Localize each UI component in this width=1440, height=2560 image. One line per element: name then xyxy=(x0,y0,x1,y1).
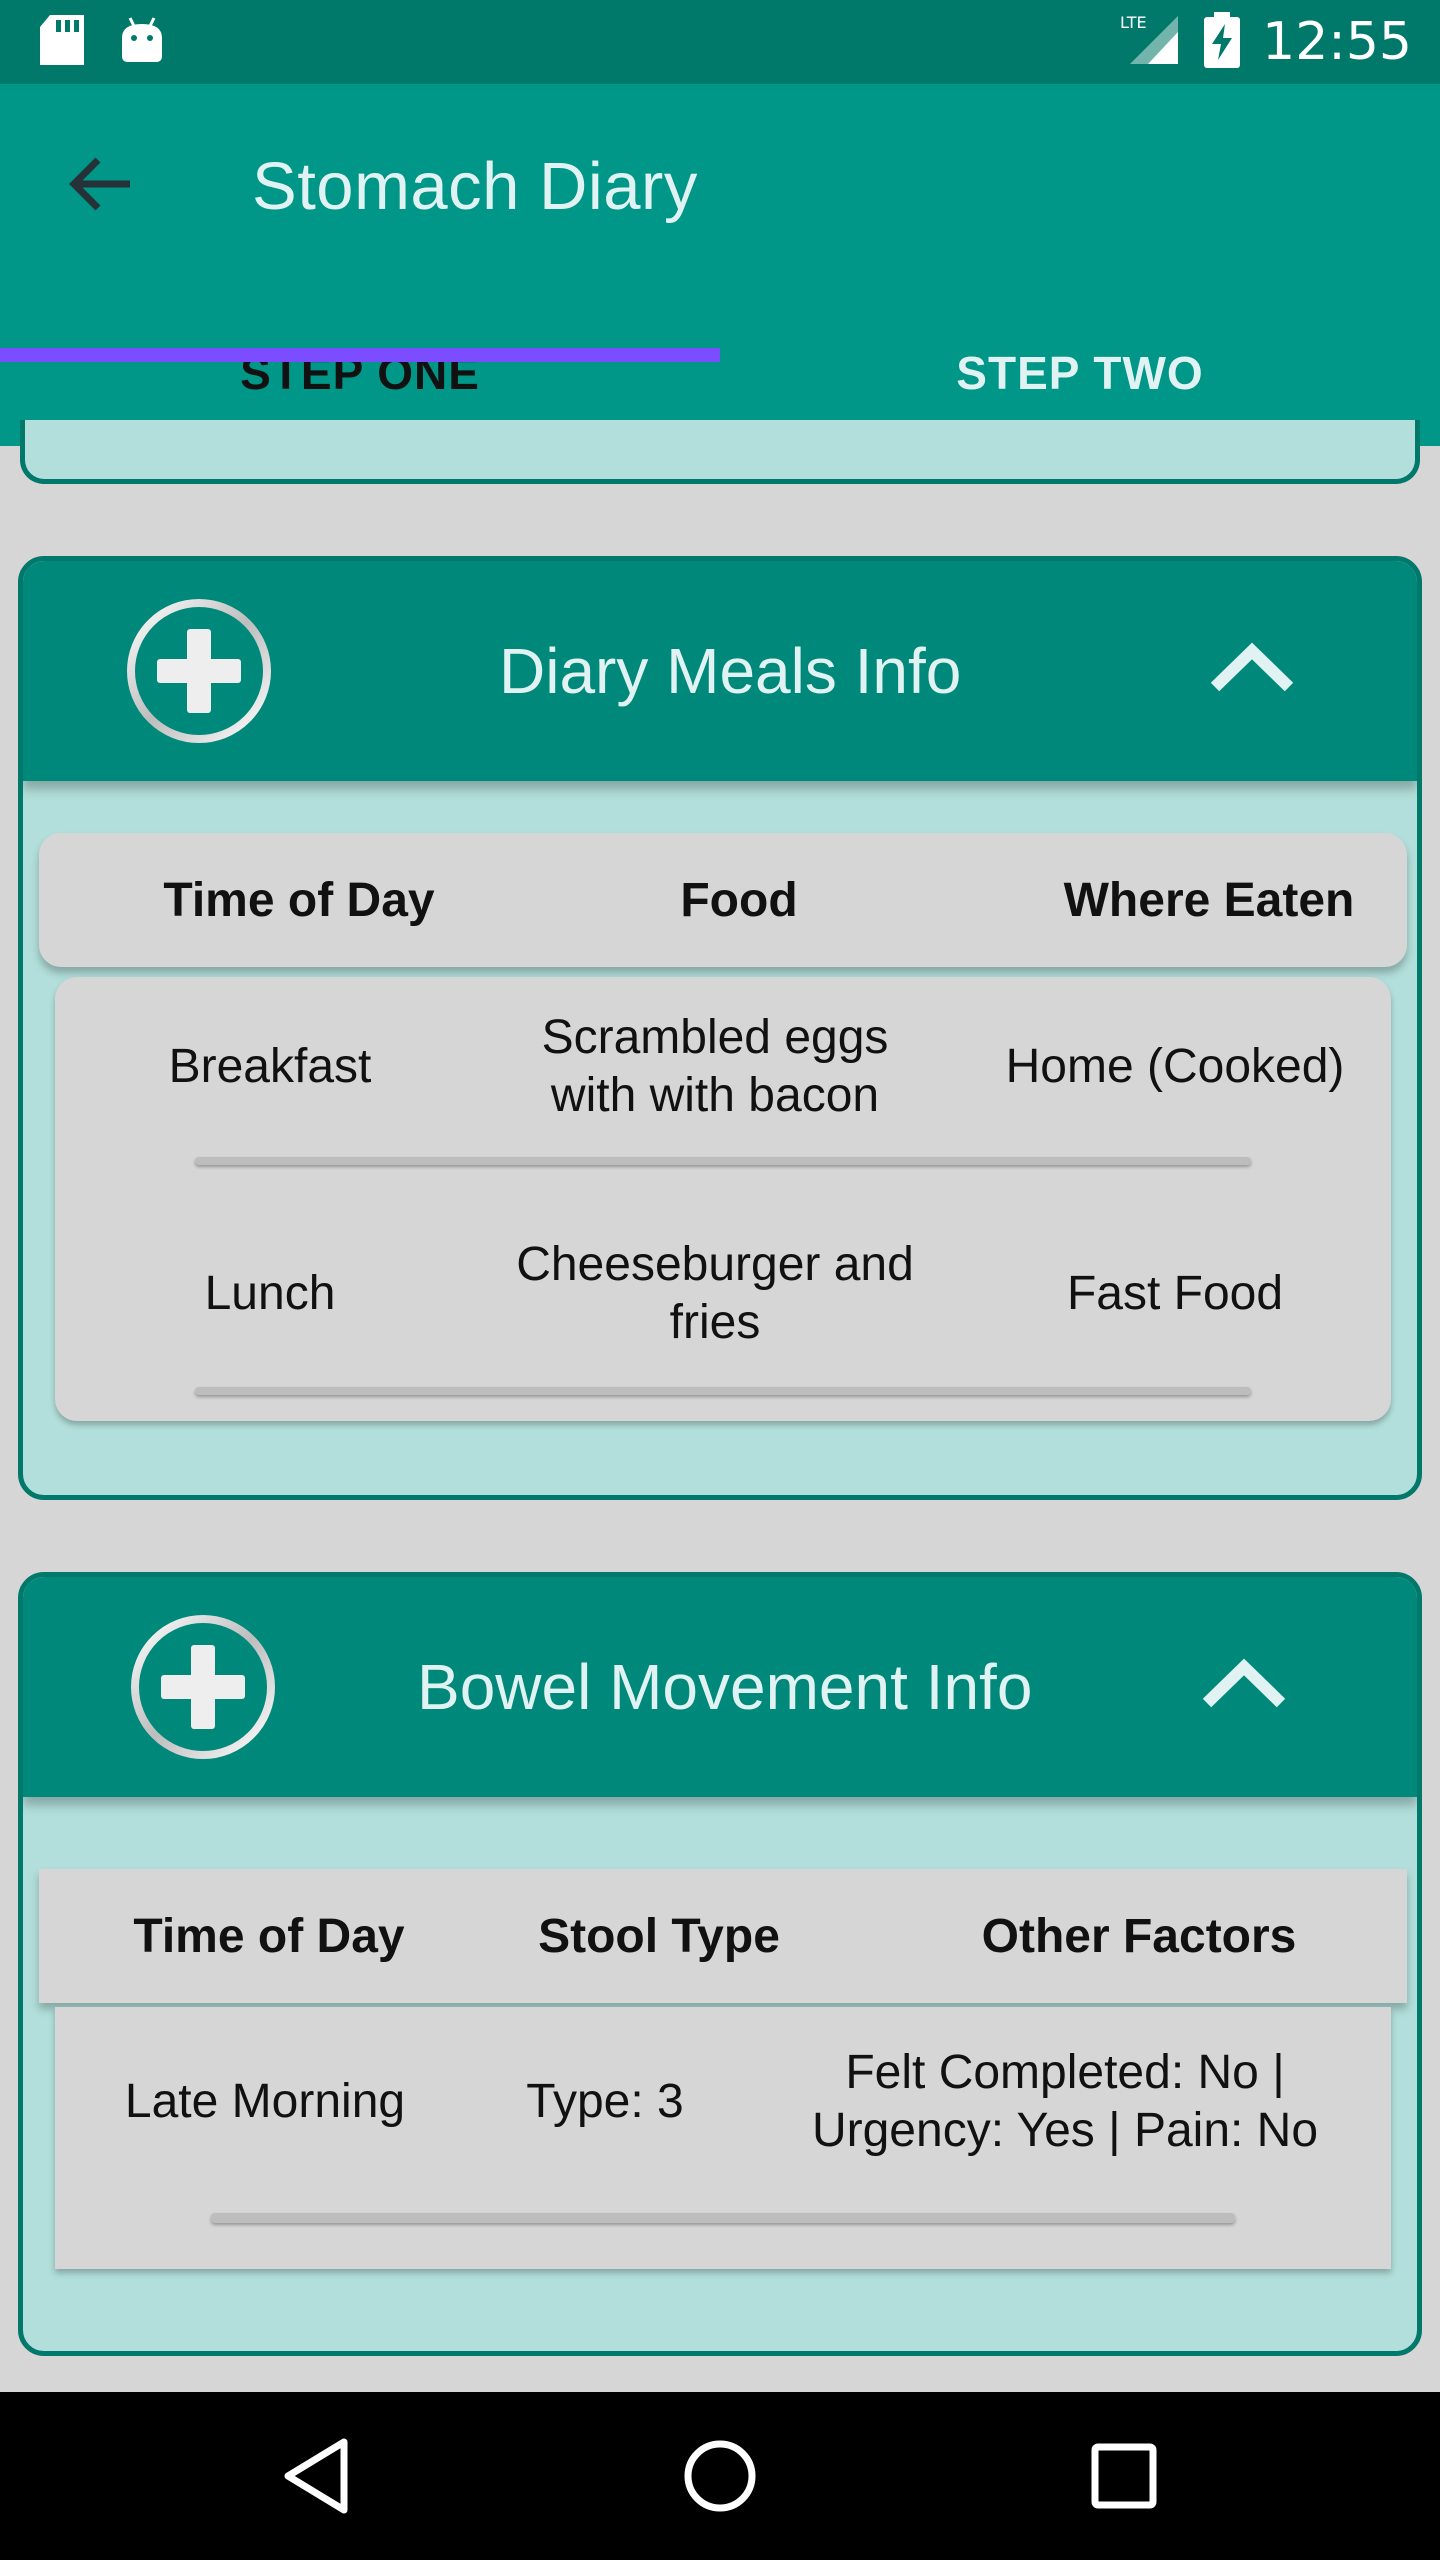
meal-where: Home (Cooked) xyxy=(1005,1040,1345,1093)
meal-time: Lunch xyxy=(204,1267,336,1320)
meals-section-header[interactable]: Diary Meals Info xyxy=(23,561,1417,781)
add-circle-icon xyxy=(127,599,271,743)
column-stool-type: Stool Type xyxy=(538,1909,780,1963)
chevron-up-icon xyxy=(1210,642,1294,692)
home-circle-icon xyxy=(684,2440,756,2512)
nav-back-button[interactable] xyxy=(266,2426,366,2526)
back-triangle-icon xyxy=(284,2438,348,2514)
meal-time: Breakfast xyxy=(168,1040,372,1093)
column-time-of-day: Time of Day xyxy=(133,1909,405,1963)
add-meal-button[interactable] xyxy=(125,597,273,745)
back-button[interactable] xyxy=(56,140,144,228)
tab-indicator xyxy=(0,348,720,362)
bowel-section: Bowel Movement Info Time of Day Stool Ty… xyxy=(18,1572,1422,2356)
table-row[interactable]: Breakfast Scrambled eggs with with bacon… xyxy=(55,977,1391,1199)
row-divider xyxy=(195,1157,1251,1165)
nav-recents-button[interactable] xyxy=(1074,2426,1174,2526)
column-time-of-day: Time of Day xyxy=(163,873,435,927)
row-divider xyxy=(195,1387,1251,1395)
status-bar: LTE 12:55 xyxy=(0,0,1440,84)
collapse-bowel-button[interactable] xyxy=(1199,1647,1289,1727)
table-row[interactable]: Late Morning Type: 3 Felt Completed: No … xyxy=(55,2007,1391,2269)
previous-card-bottom xyxy=(20,420,1420,484)
meals-column-header: Time of Day Food Where Eaten xyxy=(39,833,1407,967)
navigation-bar xyxy=(0,2392,1440,2560)
meals-section-title: Diary Meals Info xyxy=(499,635,962,707)
lte-signal-icon: LTE xyxy=(1118,12,1182,73)
meal-food: Scrambled eggs with with bacon xyxy=(541,1011,889,1122)
arrow-back-icon xyxy=(69,157,130,211)
add-circle-icon xyxy=(131,1615,275,1759)
bowel-factors: Felt Completed: No | Urgency: Yes | Pain… xyxy=(811,2046,1319,2157)
collapse-meals-button[interactable] xyxy=(1207,631,1297,711)
meals-list: Breakfast Scrambled eggs with with bacon… xyxy=(55,977,1391,1421)
bowel-section-header[interactable]: Bowel Movement Info xyxy=(23,1577,1417,1797)
svg-text:LTE: LTE xyxy=(1120,13,1147,32)
column-where-eaten: Where Eaten xyxy=(1063,873,1355,927)
table-row[interactable]: Lunch Cheeseburger and fries Fast Food xyxy=(55,1199,1391,1421)
meal-where: Fast Food xyxy=(1066,1267,1284,1320)
android-icon xyxy=(120,16,164,69)
meal-food: Cheeseburger and fries xyxy=(516,1238,914,1349)
recents-square-icon xyxy=(1091,2443,1157,2509)
nav-home-button[interactable] xyxy=(670,2426,770,2526)
status-time: 12:55 xyxy=(1262,12,1412,72)
column-food: Food xyxy=(680,873,798,927)
bowel-column-header: Time of Day Stool Type Other Factors xyxy=(39,1869,1407,2003)
page-title: Stomach Diary xyxy=(252,149,698,224)
row-divider xyxy=(211,2213,1235,2223)
bowel-section-title: Bowel Movement Info xyxy=(417,1651,1033,1723)
column-other-factors: Other Factors xyxy=(981,1909,1297,1963)
bowel-type: Type: 3 xyxy=(526,2075,684,2128)
meals-section: Diary Meals Info Time of Day Food Where … xyxy=(18,556,1422,1500)
chevron-up-icon xyxy=(1202,1658,1286,1708)
sd-card-icon xyxy=(40,14,84,70)
battery-charging-icon xyxy=(1204,11,1241,73)
add-bowel-movement-button[interactable] xyxy=(129,1613,277,1761)
bowel-list: Late Morning Type: 3 Felt Completed: No … xyxy=(55,2007,1391,2269)
app-bar: Stomach Diary STEP ONE STEP TWO xyxy=(0,84,1440,446)
bowel-time: Late Morning xyxy=(124,2075,406,2128)
